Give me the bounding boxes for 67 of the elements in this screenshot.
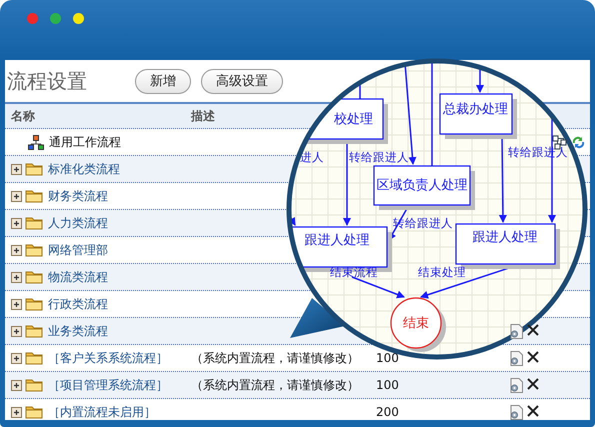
- document-gear-icon[interactable]: [510, 404, 523, 420]
- folder-icon: [25, 162, 43, 176]
- expand-icon[interactable]: [11, 218, 22, 228]
- node-label: 校处理: [334, 112, 373, 127]
- delete-icon[interactable]: [527, 324, 539, 336]
- folder-icon: [25, 297, 43, 311]
- edge-label: 结束处理: [418, 265, 466, 279]
- edge-label: 进人: [300, 150, 324, 164]
- node-label: 跟进人处理: [304, 233, 370, 248]
- folder-icon: [25, 189, 43, 203]
- node-label: 区域负责人处理: [376, 178, 468, 193]
- row-name[interactable]: 业务类流程: [48, 322, 108, 340]
- row-name[interactable]: 网络管理部: [48, 242, 108, 258]
- row-name[interactable]: ［内置流程未启用］: [48, 404, 156, 420]
- column-header: 描述: [191, 108, 215, 124]
- toolbar-button[interactable]: 新增: [135, 68, 191, 94]
- row-name[interactable]: 物流类流程: [48, 268, 108, 286]
- folder-icon: [25, 351, 43, 365]
- edge-label: 转给跟进人: [349, 150, 409, 164]
- row-name[interactable]: ［客户关系系统流程］: [48, 350, 168, 366]
- folder-icon: [25, 378, 43, 392]
- folder-icon: [25, 324, 43, 338]
- close-dot[interactable]: [27, 13, 38, 24]
- row-description: （系统内置流程，请谨慎修改）: [191, 350, 359, 366]
- table-cell: 200: [376, 405, 399, 419]
- table-cell: 100: [376, 378, 399, 392]
- table-cell: 100: [376, 351, 399, 365]
- refresh-icon[interactable]: [571, 134, 586, 150]
- node-label: 跟进人处理: [472, 230, 538, 245]
- document-gear-icon[interactable]: [510, 350, 523, 366]
- row-name[interactable]: 行政类流程: [48, 296, 108, 312]
- folder-icon: [25, 216, 43, 230]
- end-node: [390, 297, 446, 352]
- row-name[interactable]: 人力类流程: [48, 214, 108, 232]
- row-description: （系统内置流程，请谨慎修改）: [191, 376, 359, 394]
- toolbar-button[interactable]: 高级设置: [201, 68, 283, 94]
- expand-icon[interactable]: [11, 244, 22, 256]
- expand-icon[interactable]: [11, 164, 22, 174]
- delete-icon[interactable]: [527, 350, 539, 362]
- folder-icon: [25, 270, 43, 284]
- expand-icon[interactable]: [11, 406, 22, 418]
- minimize-dot[interactable]: [73, 13, 84, 24]
- node-label: 总裁办处理: [443, 102, 508, 117]
- hierarchy-icon: [28, 134, 44, 150]
- maximize-dot[interactable]: [50, 13, 61, 24]
- expand-icon[interactable]: [11, 272, 22, 282]
- expand-icon[interactable]: [11, 298, 22, 310]
- row-name[interactable]: 财务类流程: [48, 188, 108, 204]
- connector-arrow: [352, 276, 405, 298]
- delete-icon[interactable]: [527, 404, 539, 416]
- row-name[interactable]: 通用工作流程: [49, 134, 121, 150]
- expand-icon[interactable]: [11, 352, 22, 364]
- delete-icon[interactable]: [527, 378, 539, 390]
- page-title: 流程设置: [7, 68, 87, 94]
- folder-icon: [25, 243, 43, 257]
- column-header: 名称: [11, 108, 35, 124]
- node-label: 结束: [403, 316, 429, 331]
- folder-icon: [25, 405, 43, 419]
- expand-icon[interactable]: [11, 380, 22, 390]
- magnifier-pointer: [290, 298, 345, 338]
- document-gear-icon[interactable]: [510, 324, 523, 338]
- row-name[interactable]: ［项目管理系统流程］: [48, 376, 168, 394]
- expand-icon[interactable]: [11, 326, 22, 336]
- document-gear-icon[interactable]: [510, 378, 523, 392]
- row-name[interactable]: 标准化类流程: [48, 160, 120, 178]
- expand-icon[interactable]: [11, 190, 22, 202]
- edge-label: 结束流程: [330, 265, 378, 279]
